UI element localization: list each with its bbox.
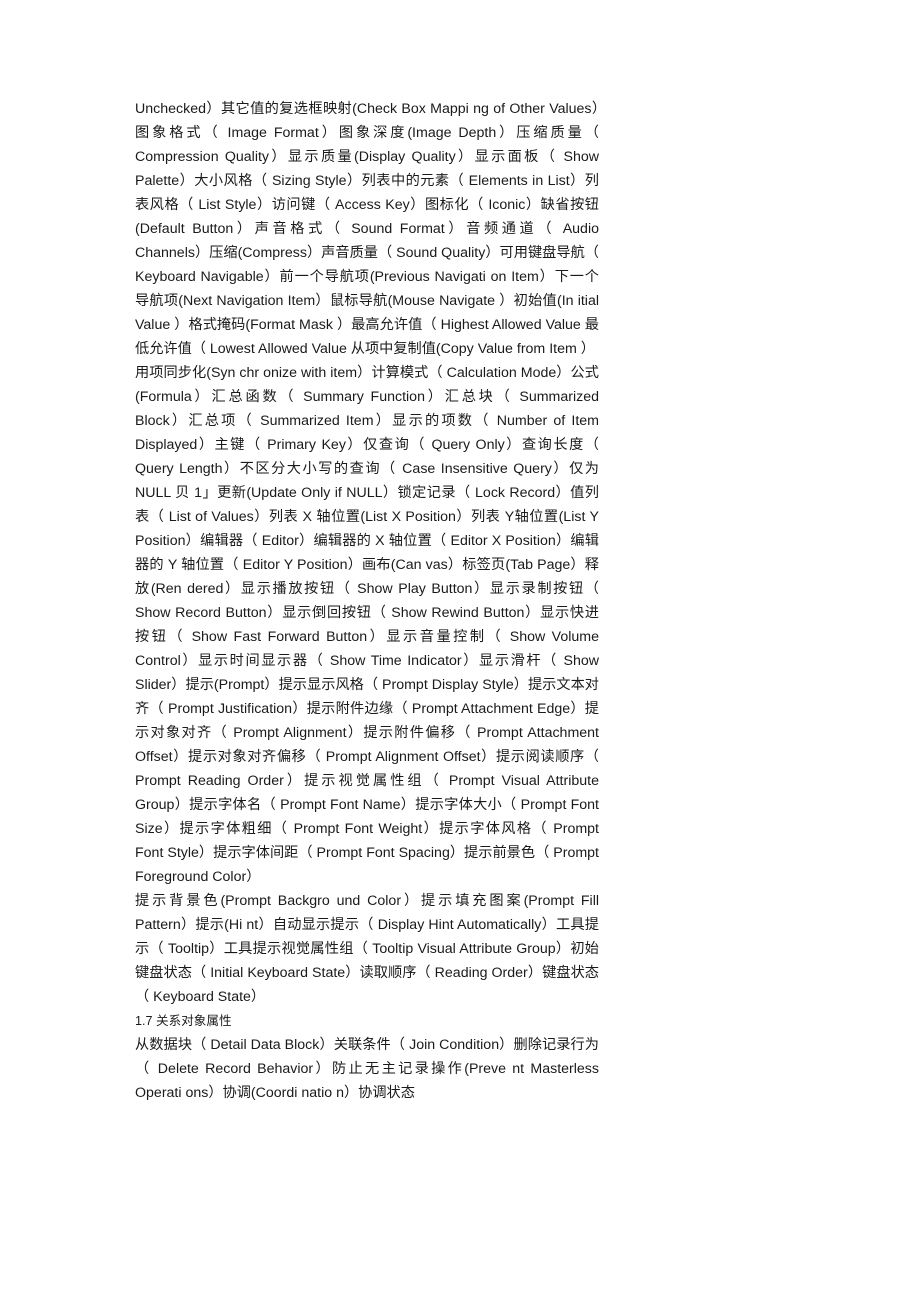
paragraph-item-properties-continued: Unchecked）其它值的复选框映射(Check Box Mappi ng o… (135, 101, 599, 357)
paragraph-relation-object-properties: 从数据块（ Detail Data Block）关联条件（ Join Condi… (135, 1037, 599, 1101)
section-heading-1-7: 1.7 关系对象属性 (135, 1014, 232, 1028)
document-page: Unchecked）其它值的复选框映射(Check Box Mappi ng o… (0, 0, 920, 1302)
paragraph-prompt-hint-keyboard-properties: 提示背景色(Prompt Backgro und Color）提示填充图案(Pr… (135, 893, 599, 1005)
document-text-column: Unchecked）其它值的复选框映射(Check Box Mappi ng o… (135, 97, 599, 1105)
paragraph-calculation-query-properties: 用项同步化(Syn chr onize with item）计算模式（ Calc… (135, 365, 599, 885)
